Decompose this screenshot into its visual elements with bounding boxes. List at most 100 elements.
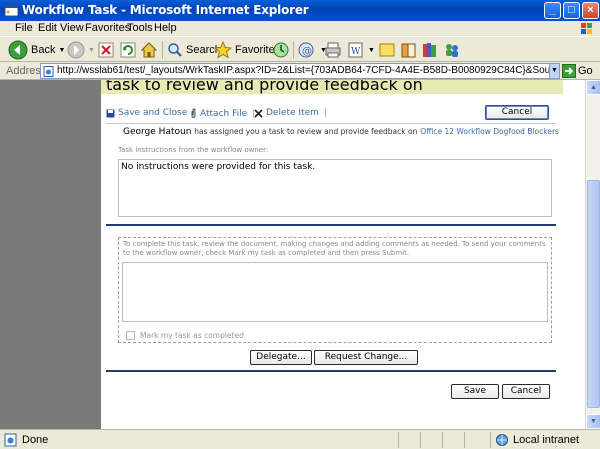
instructions-label: Task instructions from the workflow owne…	[118, 146, 269, 154]
security-zone: Local intranet	[495, 433, 579, 447]
intranet-icon	[496, 434, 508, 446]
scroll-down-icon[interactable]: ▼	[586, 414, 600, 429]
cancel-bottom-button[interactable]: Cancel	[502, 384, 550, 399]
discuss-button[interactable]	[378, 40, 396, 60]
stop-button[interactable]	[98, 40, 114, 60]
status-cell	[442, 432, 443, 448]
toolbar: Back ▼ ▼ Search Favorites @ ▼ W ▼	[0, 36, 600, 62]
status-cell	[464, 432, 465, 448]
research-button[interactable]	[400, 40, 418, 60]
mark-completed-label: Mark my task as completed	[140, 331, 244, 340]
divider	[106, 123, 556, 124]
history-icon	[273, 42, 289, 58]
menu-favorites[interactable]: Favorites	[85, 22, 130, 34]
maximize-button[interactable]: □	[563, 2, 580, 19]
address-dropdown-icon[interactable]: ▼	[549, 63, 560, 79]
assignment-text: has assigned you a task to review and pr…	[194, 127, 418, 136]
discuss-icon	[379, 43, 395, 57]
go-arrow-icon	[562, 64, 576, 78]
search-button[interactable]: Search	[167, 40, 221, 60]
menu-bar: File Edit View Favorites Tools Help	[0, 21, 600, 36]
forward-arrow-icon	[67, 41, 85, 59]
document-link[interactable]: Office 12 Workflow Dogfood Blockers	[420, 127, 559, 136]
section-divider	[106, 370, 556, 372]
toolbar-separator	[293, 41, 294, 59]
history-button[interactable]	[272, 40, 290, 60]
go-label: Go	[578, 65, 593, 77]
mark-completed-checkbox[interactable]	[126, 331, 135, 340]
printer-icon	[325, 42, 341, 58]
delegate-button[interactable]: Delegate...	[250, 350, 312, 365]
save-button[interactable]: Save	[451, 384, 499, 399]
content-area: task to review and provide feedback on S…	[0, 80, 585, 429]
forward-button[interactable]: ▼	[67, 40, 95, 60]
scroll-thumb[interactable]	[587, 180, 600, 408]
status-bar: Done Local intranet	[0, 429, 600, 449]
menu-tools[interactable]: Tools	[127, 22, 153, 34]
delete-item-button[interactable]: Delete Item |	[254, 108, 327, 118]
favorites-button[interactable]: Favorites	[214, 40, 280, 60]
save-and-close-button[interactable]: Save and Close |	[106, 108, 195, 118]
back-arrow-icon	[8, 40, 28, 60]
status-cell	[490, 432, 491, 448]
review-section: To complete this task, review the docume…	[118, 237, 552, 343]
svg-text:@: @	[302, 46, 312, 57]
home-button[interactable]	[140, 40, 158, 60]
back-label: Back	[31, 44, 56, 56]
print-button[interactable]	[324, 40, 342, 60]
word-edit-icon: W	[348, 42, 363, 58]
instructions-box: No instructions were provided for this t…	[118, 159, 552, 217]
address-input[interactable]: http://wsslab61/test/_layouts/WrkTaskIP.…	[40, 63, 551, 79]
back-button[interactable]: Back ▼	[8, 40, 65, 60]
section-divider	[106, 224, 556, 226]
paperclip-icon	[191, 108, 196, 118]
go-button[interactable]: Go	[562, 63, 593, 79]
save-icon	[106, 109, 115, 117]
svg-text:W: W	[351, 47, 361, 57]
status-cell	[420, 432, 421, 448]
messenger-button[interactable]	[443, 40, 461, 60]
menu-file[interactable]: File	[15, 22, 33, 34]
mail-button[interactable]: @ ▼	[297, 40, 327, 60]
cancel-top-button[interactable]: Cancel	[485, 105, 549, 120]
action-separator: |	[323, 108, 327, 118]
zone-label: Local intranet	[513, 434, 580, 446]
messenger-icon	[446, 44, 458, 57]
comments-input[interactable]	[122, 262, 548, 322]
mark-completed-row: Mark my task as completed	[126, 331, 244, 340]
delete-item-label: Delete Item	[266, 108, 319, 118]
back-dropdown-icon[interactable]: ▼	[58, 47, 65, 54]
search-icon	[168, 43, 182, 57]
address-bar: Address http://wsslab61/test/_layouts/Wr…	[0, 62, 600, 80]
books-button[interactable]	[421, 40, 439, 60]
title-bar: Workflow Task - Microsoft Internet Explo…	[0, 0, 600, 21]
menu-help[interactable]: Help	[154, 22, 177, 34]
close-button[interactable]: ×	[582, 2, 599, 19]
save-and-close-label: Save and Close	[118, 108, 188, 118]
research-icon	[401, 43, 416, 58]
completion-hint: To complete this task, review the docume…	[123, 240, 546, 257]
request-change-button[interactable]: Request Change...	[314, 350, 418, 365]
edit-dropdown-icon[interactable]: ▼	[368, 47, 375, 54]
menu-view[interactable]: View	[60, 22, 84, 34]
attach-file-button[interactable]: Attach File |	[190, 108, 255, 119]
menu-edit[interactable]: Edit	[38, 22, 57, 34]
refresh-icon	[120, 42, 136, 58]
favorites-star-icon	[214, 41, 232, 59]
forward-dropdown-icon[interactable]: ▼	[88, 47, 95, 54]
task-form: task to review and provide feedback on S…	[101, 80, 563, 429]
vertical-scrollbar[interactable]: ▲ ▼	[585, 80, 600, 429]
edit-button[interactable]: W ▼	[347, 40, 375, 60]
minimize-button[interactable]: _	[544, 2, 561, 19]
instructions-text: No instructions were provided for this t…	[121, 162, 316, 172]
ie-icon	[4, 4, 19, 17]
home-icon	[140, 42, 158, 58]
mail-icon: @	[298, 42, 314, 58]
page-title: task to review and provide feedback on	[106, 80, 423, 94]
scroll-up-icon[interactable]: ▲	[586, 80, 600, 95]
refresh-button[interactable]	[120, 40, 136, 60]
books-icon	[423, 43, 436, 57]
page-icon	[43, 66, 54, 77]
status-text: Done	[22, 434, 49, 446]
page-done-icon	[4, 433, 17, 447]
